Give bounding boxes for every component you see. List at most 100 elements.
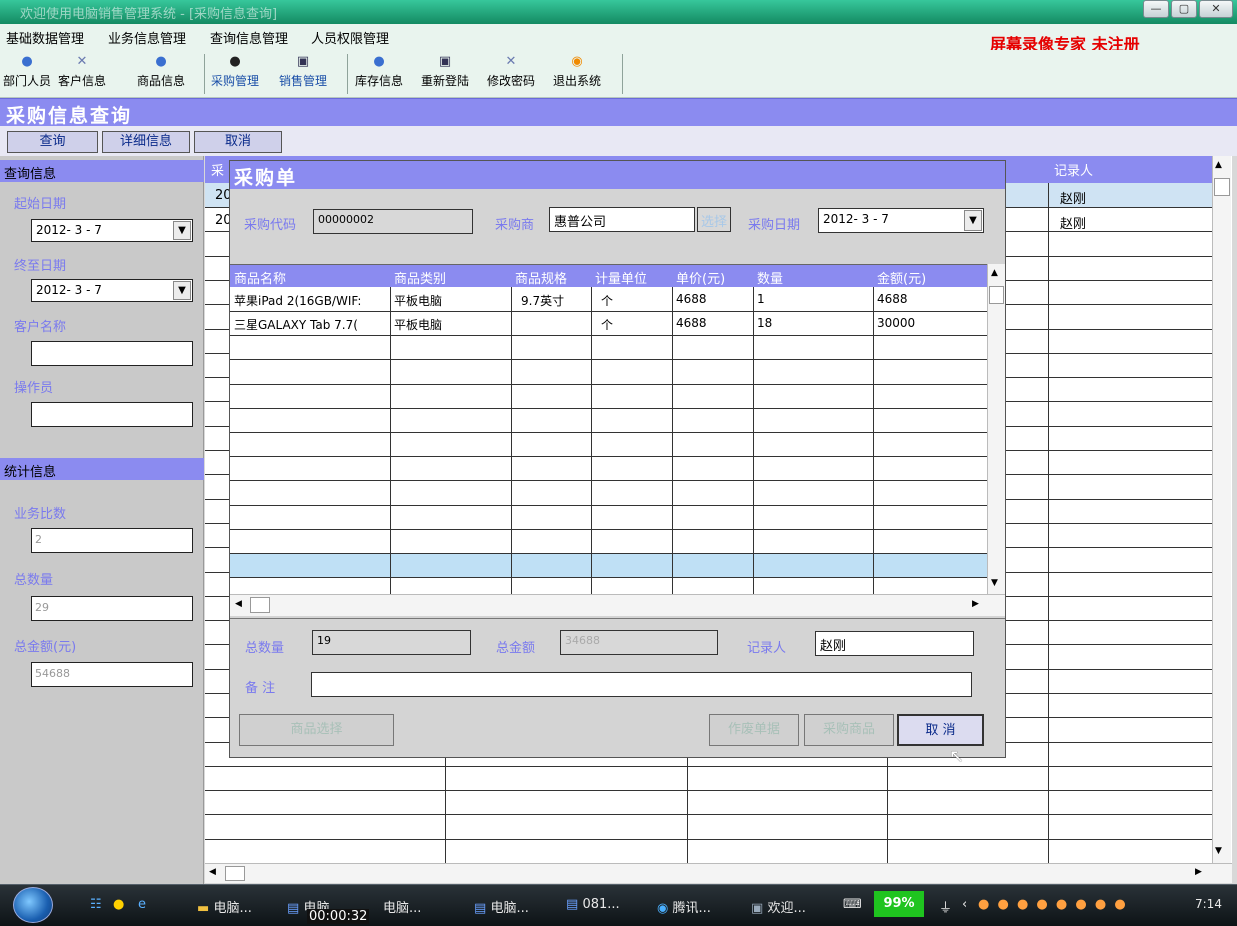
toolbar-goods[interactable]: ● 商品信息 (137, 52, 185, 89)
business-count-label: 业务比数 (14, 507, 67, 522)
chevron-down-icon[interactable]: ▼ (964, 210, 982, 231)
table-row-line (230, 480, 987, 481)
power-plug-icon[interactable]: ⏚ (939, 897, 952, 916)
qq-browser-icon: ◉ (657, 901, 669, 916)
business-count-field: 2 (31, 528, 193, 553)
start-button[interactable] (13, 887, 53, 923)
taskbar-item[interactable]: ▤ 电脑... (474, 897, 529, 916)
people-icon: ● (21, 54, 33, 69)
grid-row-line (205, 766, 1212, 767)
scroll-up-icon[interactable]: ▲ (991, 268, 998, 278)
toolbar-staff[interactable]: ● 部门人员 (3, 52, 51, 89)
quicklaunch-icon[interactable]: ● (113, 897, 124, 912)
toolbar-relogin[interactable]: ▣ 重新登陆 (421, 52, 469, 89)
grid-horizontal-scrollbar[interactable]: ◀ ▶ (205, 863, 1232, 883)
menu-business-info[interactable]: 业务信息管理 (108, 28, 186, 47)
toolbar-sales[interactable]: ▣ 销售管理 (279, 52, 327, 89)
tray-expand-icon[interactable]: ‹ (962, 897, 967, 912)
supplier-field[interactable]: 惠普公司 (549, 207, 695, 232)
menu-query-info[interactable]: 查询信息管理 (210, 28, 288, 47)
toolbar-customer[interactable]: ✕ 客户信息 (58, 52, 106, 89)
scroll-thumb[interactable] (989, 286, 1004, 304)
scroll-right-icon[interactable]: ▶ (972, 599, 979, 609)
end-date-value: 2012- 3 - 7 (36, 283, 102, 297)
keyboard-icon[interactable]: ⌨ (843, 897, 862, 912)
menu-permissions[interactable]: 人员权限管理 (311, 28, 389, 47)
recorder-field[interactable]: 赵刚 (815, 631, 974, 656)
purchase-icon: ● (229, 54, 241, 69)
query-info-header: 查询信息 (0, 160, 204, 182)
purchase-date-picker[interactable]: 2012- 3 - 7 ▼ (818, 208, 984, 233)
dialog-header: 采购单 (230, 161, 1005, 189)
operator-input[interactable] (31, 402, 193, 427)
toolbar-inventory-label: 库存信息 (355, 74, 404, 88)
table-row-line (230, 311, 987, 312)
scroll-thumb[interactable] (1214, 178, 1230, 196)
clock: 7:14 (1195, 897, 1222, 911)
total-qty-field: 29 (31, 596, 193, 621)
table-row-line (230, 577, 987, 578)
tools-icon: ✕ (505, 54, 517, 69)
scroll-thumb[interactable] (250, 597, 270, 613)
dialog-cancel-button[interactable]: 取 消 (897, 714, 984, 746)
document-icon: ▤ (566, 897, 579, 912)
purchase-date-value: 2012- 3 - 7 (823, 212, 889, 226)
toolbar-purchase[interactable]: ● 采购管理 (211, 52, 259, 89)
purchase-order-dialog: 采购单 采购代码 00000002 采购商 惠普公司 选择 采购日期 2012-… (229, 160, 1006, 767)
taskbar-item[interactable]: ◉ 腾讯... (657, 897, 711, 916)
toolbar-password[interactable]: ✕ 修改密码 (487, 52, 535, 89)
scroll-thumb[interactable] (225, 866, 245, 881)
taskbar-item-label: 081... (582, 897, 620, 912)
taskbar-item[interactable]: ▣ 欢迎... (751, 897, 806, 916)
query-button[interactable]: 查询 (7, 131, 98, 153)
table-cell: 18 (757, 316, 773, 330)
menu-basic-data[interactable]: 基础数据管理 (6, 28, 84, 47)
start-date-picker[interactable]: 2012- 3 - 7 ▼ (31, 219, 193, 242)
scroll-right-icon[interactable]: ▶ (1195, 867, 1202, 877)
maximize-button[interactable]: ▢ (1171, 0, 1197, 18)
scroll-down-icon[interactable]: ▼ (1215, 846, 1222, 856)
taskbar: ☷ ● e ▬ 电脑... ▤ 电脑 电脑... ▤ 电脑... ▤ 081..… (0, 884, 1237, 926)
toolbar-exit[interactable]: ◉ 退出系统 (553, 52, 601, 89)
tray-icons[interactable]: ● ● ● ● ● ● ● ● (978, 897, 1128, 912)
purchase-goods-button[interactable]: 采购商品 (804, 714, 894, 746)
end-date-picker[interactable]: 2012- 3 - 7 ▼ (31, 279, 193, 302)
taskbar-item[interactable]: 电脑... (383, 897, 421, 916)
total-qty-label: 总数量 (14, 573, 54, 588)
table-cell: 9.7英寸 (521, 294, 565, 308)
toolbar-separator (347, 54, 348, 94)
customer-input[interactable] (31, 341, 193, 366)
taskbar-item-label: 欢迎... (767, 901, 806, 916)
scroll-down-icon[interactable]: ▼ (991, 578, 998, 588)
scroll-left-icon[interactable]: ◀ (235, 599, 242, 609)
close-button[interactable]: ✕ (1199, 0, 1233, 18)
scroll-up-icon[interactable]: ▲ (1215, 160, 1222, 170)
select-goods-button[interactable]: 商品选择 (239, 714, 394, 746)
taskbar-item[interactable]: ▬ 电脑... (197, 897, 252, 916)
toolbar-inventory[interactable]: ● 库存信息 (355, 52, 403, 89)
grid-vertical-scrollbar[interactable]: ▲ ▼ (1212, 156, 1231, 863)
scroll-left-icon[interactable]: ◀ (209, 867, 216, 877)
table-row-line (230, 408, 987, 409)
detail-button[interactable]: 详细信息 (102, 131, 190, 153)
table-row-line (230, 456, 987, 457)
select-supplier-button[interactable]: 选择 (697, 207, 731, 232)
table-cell: 4688 (877, 292, 908, 306)
table-column-line (753, 287, 754, 595)
picture-icon: ▣ (296, 54, 310, 69)
cancel-button[interactable]: 取消 (194, 131, 282, 153)
taskbar-item[interactable]: ▤ 081... (566, 897, 620, 912)
show-desktop-icon[interactable]: ☷ (90, 897, 102, 912)
minimize-button[interactable]: — (1143, 0, 1169, 18)
table-horizontal-scrollbar[interactable]: ◀ ▶ (230, 594, 1005, 616)
void-document-button[interactable]: 作废单据 (709, 714, 799, 746)
toolbar-sales-label: 销售管理 (279, 74, 328, 88)
document-icon: ▤ (474, 901, 487, 916)
browser-icon[interactable]: e (138, 897, 146, 912)
remark-input[interactable] (311, 672, 972, 697)
stats-info-header: 统计信息 (0, 458, 204, 480)
chevron-down-icon[interactable]: ▼ (173, 281, 191, 300)
table-vertical-scrollbar[interactable]: ▲ ▼ (987, 264, 1005, 594)
chevron-down-icon[interactable]: ▼ (173, 221, 191, 240)
table-cell: 个 (601, 318, 614, 332)
